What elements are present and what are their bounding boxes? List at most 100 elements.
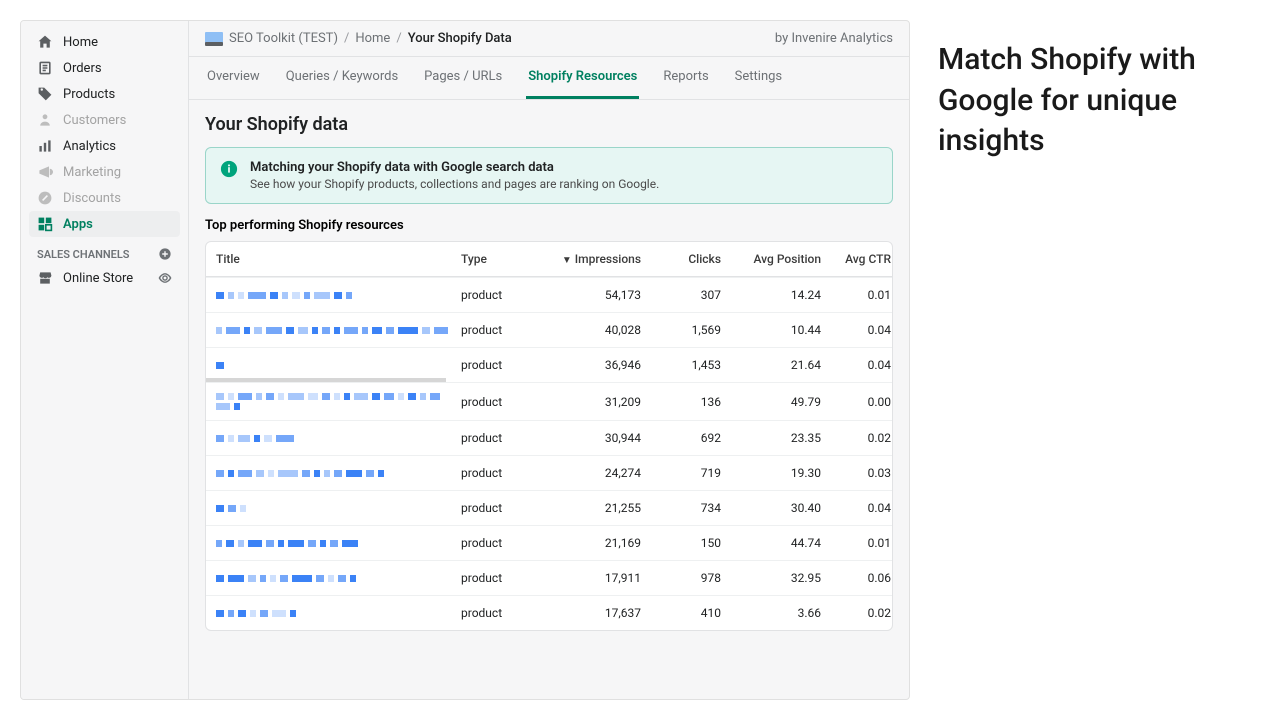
sidebar-item-label: Discounts (63, 191, 121, 206)
title-cell (216, 435, 461, 442)
apps-icon (37, 216, 53, 232)
cell-clicks: 734 (641, 501, 721, 515)
main-content: SEO Toolkit (TEST) / Home / Your Shopify… (189, 21, 909, 699)
cell-impressions: 17,637 (541, 606, 641, 620)
content-area: Your Shopify data Matching your Shopify … (189, 100, 909, 699)
cell-avg_ctr: 0.00 (821, 395, 891, 409)
table-row[interactable]: product30,94469223.350.02 (206, 420, 892, 455)
title-cell (216, 540, 461, 547)
cell-clicks: 719 (641, 466, 721, 480)
table-row[interactable]: product54,17330714.240.01 (206, 277, 892, 312)
tab-queries[interactable]: Queries / Keywords (284, 57, 400, 99)
cell-type: product (461, 288, 541, 302)
sidebar-item-customers[interactable]: Customers (29, 107, 180, 133)
cell-avg_position: 32.95 (721, 571, 821, 585)
th-avg-position[interactable]: Avg Position (721, 252, 821, 266)
title-cell (216, 393, 461, 410)
crumb-home[interactable]: Home (355, 31, 390, 46)
title-cell (216, 505, 461, 512)
breadcrumb: SEO Toolkit (TEST) / Home / Your Shopify… (205, 31, 512, 46)
info-icon (220, 160, 238, 178)
view-store-icon[interactable] (158, 271, 172, 285)
cell-avg_position: 49.79 (721, 395, 821, 409)
cell-impressions: 31,209 (541, 395, 641, 409)
cell-clicks: 1,453 (641, 358, 721, 372)
sidebar-item-label: Marketing (63, 165, 121, 180)
crumb-app-name[interactable]: SEO Toolkit (TEST) (229, 31, 338, 46)
sidebar-item-home[interactable]: Home (29, 29, 180, 55)
home-icon (37, 34, 53, 50)
table-row[interactable]: product36,9461,45321.640.04 (206, 347, 892, 382)
tab-overview[interactable]: Overview (205, 57, 262, 99)
marketing-icon (37, 164, 53, 180)
cell-impressions: 17,911 (541, 571, 641, 585)
crumb-current: Your Shopify Data (408, 31, 512, 46)
sidebar-item-orders[interactable]: Orders (29, 55, 180, 81)
cell-avg_ctr: 0.02 (821, 606, 891, 620)
table-row[interactable]: product31,20913649.790.00 (206, 382, 892, 420)
info-desc: See how your Shopify products, collectio… (250, 177, 659, 191)
sidebar-item-label: Home (63, 35, 98, 50)
table-row[interactable]: product40,0281,56910.440.04 (206, 312, 892, 347)
info-title: Matching your Shopify data with Google s… (250, 160, 659, 175)
sidebar-item-apps[interactable]: Apps (29, 211, 180, 237)
cell-avg_position: 23.35 (721, 431, 821, 445)
table-row[interactable]: product21,25573430.400.04 (206, 490, 892, 525)
title-cell (216, 610, 461, 617)
section-title: Top performing Shopify resources (205, 218, 893, 233)
cell-avg_ctr: 0.04 (821, 501, 891, 515)
sidebar-item-analytics[interactable]: Analytics (29, 133, 180, 159)
sidebar-item-products[interactable]: Products (29, 81, 180, 107)
sidebar-section-header: SALES CHANNELS (29, 237, 180, 265)
cell-impressions: 36,946 (541, 358, 641, 372)
page-title: Your Shopify data (205, 114, 893, 135)
cell-type: product (461, 431, 541, 445)
cell-avg_position: 21.64 (721, 358, 821, 372)
cell-type: product (461, 358, 541, 372)
sidebar-item-online-store[interactable]: Online Store (29, 265, 180, 291)
separator: / (344, 31, 349, 46)
tab-settings[interactable]: Settings (733, 57, 784, 99)
sidebar-item-label: Customers (63, 113, 126, 128)
tab-shopify-resources[interactable]: Shopify Resources (526, 57, 639, 99)
th-type[interactable]: Type (461, 252, 541, 266)
sidebar-item-discounts[interactable]: Discounts (29, 185, 180, 211)
marketing-headline: Match Shopify with Google for unique ins… (938, 40, 1250, 162)
analytics-icon (37, 138, 53, 154)
cell-avg_ctr: 0.02 (821, 431, 891, 445)
add-channel-icon[interactable] (158, 247, 172, 261)
th-impressions[interactable]: ▼Impressions (541, 252, 641, 266)
cell-impressions: 21,169 (541, 536, 641, 550)
cell-avg_position: 3.66 (721, 606, 821, 620)
cell-impressions: 24,274 (541, 466, 641, 480)
cell-avg_ctr: 0.01 (821, 536, 891, 550)
discounts-icon (37, 190, 53, 206)
sidebar: Home Orders Products Customers Analytics… (21, 21, 189, 699)
cell-avg_ctr: 0.06 (821, 571, 891, 585)
th-title[interactable]: Title (216, 252, 461, 266)
sort-desc-icon: ▼ (562, 255, 572, 266)
title-cell (216, 327, 461, 334)
cell-type: product (461, 536, 541, 550)
sidebar-item-marketing[interactable]: Marketing (29, 159, 180, 185)
cell-avg_ctr: 0.04 (821, 358, 891, 372)
table-row[interactable]: product24,27471919.300.03 (206, 455, 892, 490)
topbar: SEO Toolkit (TEST) / Home / Your Shopify… (189, 21, 909, 57)
cell-impressions: 30,944 (541, 431, 641, 445)
cell-avg_position: 19.30 (721, 466, 821, 480)
sidebar-item-label: Online Store (63, 271, 133, 286)
cell-clicks: 307 (641, 288, 721, 302)
cell-impressions: 21,255 (541, 501, 641, 515)
th-avg-ctr[interactable]: Avg CTR (821, 252, 891, 266)
table-row[interactable]: product17,91197832.950.06 (206, 560, 892, 595)
title-cell (216, 292, 461, 299)
tab-pages[interactable]: Pages / URLs (422, 57, 504, 99)
table-row[interactable]: product21,16915044.740.01 (206, 525, 892, 560)
cell-avg_position: 30.40 (721, 501, 821, 515)
table-row[interactable]: product17,6374103.660.02 (206, 595, 892, 630)
tab-reports[interactable]: Reports (661, 57, 710, 99)
th-clicks[interactable]: Clicks (641, 252, 721, 266)
resources-table: Title Type ▼Impressions Clicks Avg Posit… (205, 241, 893, 631)
cell-clicks: 150 (641, 536, 721, 550)
cell-type: product (461, 323, 541, 337)
